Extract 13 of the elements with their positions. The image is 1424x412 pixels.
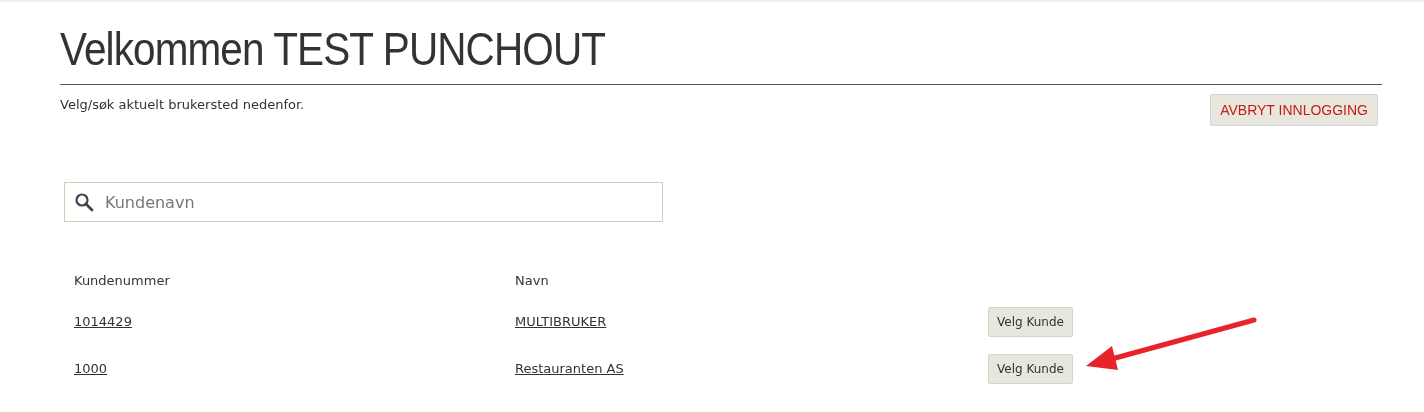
page-title: Velkommen TEST PUNCHOUT xyxy=(60,22,606,76)
customer-name-link[interactable]: Restauranten AS xyxy=(515,361,624,376)
select-customer-button[interactable]: Velg Kunde xyxy=(988,306,1073,337)
column-header: Kundenummer xyxy=(74,272,171,288)
customer-number-link[interactable]: 1000 xyxy=(74,361,108,376)
cancel-login-button[interactable]: AVBRYT INNLOGGING xyxy=(1210,94,1378,126)
select-customer-button[interactable]: Velg Kunde xyxy=(988,353,1073,384)
search-icon xyxy=(74,192,94,212)
customer-number-link[interactable]: 1014429 xyxy=(74,314,132,329)
instruction-text: Velg/søk aktuelt brukersted nedenfor. xyxy=(60,97,305,112)
column-header: Navn xyxy=(515,272,550,288)
search-field[interactable]: Kundenavn xyxy=(64,182,663,222)
customer-name-link[interactable]: MULTIBRUKER xyxy=(515,314,607,329)
